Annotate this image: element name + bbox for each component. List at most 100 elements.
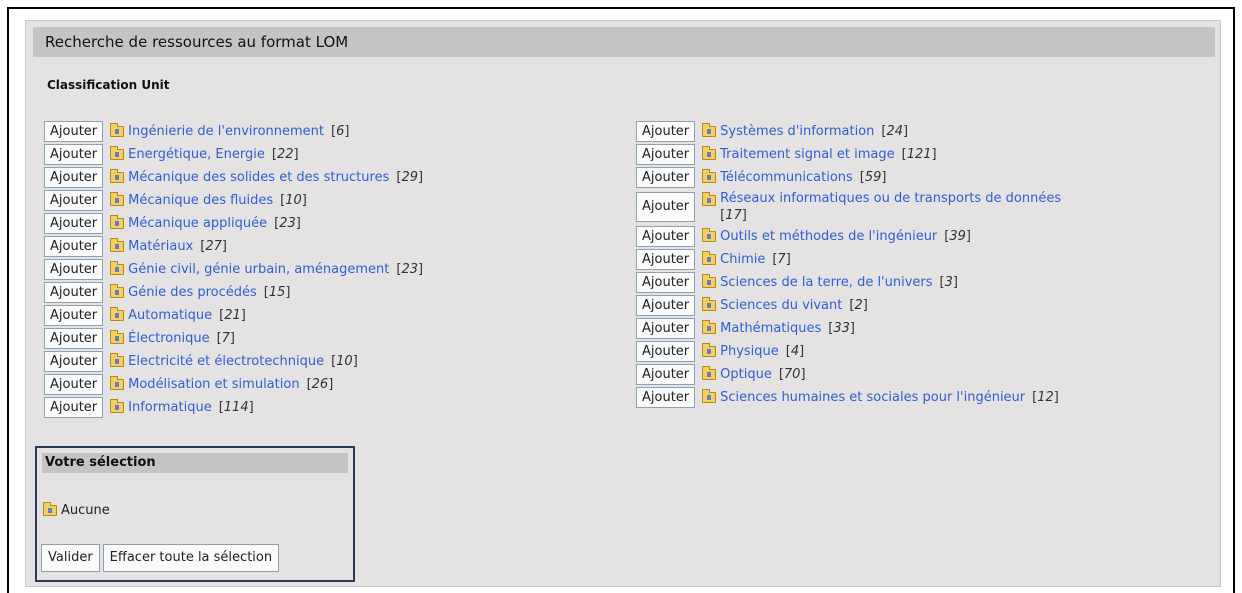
category-link[interactable]: Sciences du vivant	[720, 298, 842, 313]
category-item: Modélisation et simulation 26	[110, 374, 333, 395]
category-link[interactable]: Réseaux informatiques ou de transports d…	[720, 191, 1061, 206]
category-link[interactable]: Génie civil, génie urbain, aménagement	[128, 262, 389, 277]
add-button[interactable]: Ajouter	[636, 249, 696, 270]
category-item: Ingénierie de l'environnement 6	[110, 121, 349, 142]
add-button[interactable]: Ajouter	[636, 167, 696, 188]
category-link[interactable]: Mécanique appliquée	[128, 216, 267, 231]
folder-icon	[702, 169, 717, 183]
category-link[interactable]: Systèmes d'information	[720, 124, 874, 139]
category-link[interactable]: Sciences de la terre, de l'univers	[720, 275, 932, 290]
category-row: Ajouter Ingénierie de l'environnement 6	[44, 121, 624, 142]
add-button[interactable]: Ajouter	[44, 305, 104, 326]
resource-count: 26	[307, 377, 334, 392]
add-button[interactable]: Ajouter	[44, 167, 104, 188]
category-link[interactable]: Outils et méthodes de l'ingénieur	[720, 229, 937, 244]
category-item: Mathématiques 33	[702, 318, 855, 339]
folder-icon	[702, 297, 717, 311]
category-link[interactable]: Ingénierie de l'environnement	[128, 124, 324, 139]
resource-count: 114	[219, 400, 254, 415]
category-row: Ajouter Modélisation et simulation 26	[44, 374, 624, 395]
category-row: Ajouter Génie civil, génie urbain, aména…	[44, 259, 624, 280]
category-link[interactable]: Mécanique des solides et des structures	[128, 170, 389, 185]
add-button[interactable]: Ajouter	[44, 397, 104, 418]
folder-icon	[702, 320, 717, 334]
category-link[interactable]: Mathématiques	[720, 321, 821, 336]
category-item: Matériaux 27	[110, 236, 227, 257]
resource-count: 33	[828, 321, 855, 336]
category-link[interactable]: Sciences humaines et sociales pour l'ing…	[720, 390, 1025, 405]
panel-title: Recherche de ressources au format LOM	[33, 27, 1215, 57]
resource-count: 10	[331, 354, 358, 369]
category-row: Ajouter Energétique, Energie 22	[44, 144, 624, 165]
add-button[interactable]: Ajouter	[636, 295, 696, 316]
add-button[interactable]: Ajouter	[44, 374, 104, 395]
folder-icon	[110, 123, 125, 137]
category-link[interactable]: Matériaux	[128, 239, 193, 254]
folder-icon	[110, 399, 125, 413]
category-link[interactable]: Modélisation et simulation	[128, 377, 299, 392]
add-button[interactable]: Ajouter	[44, 121, 104, 142]
folder-icon	[110, 261, 125, 275]
category-link[interactable]: Traitement signal et image	[720, 147, 894, 162]
category-link[interactable]: Mécanique des fluides	[128, 193, 273, 208]
resource-count: 27	[200, 239, 227, 254]
category-link[interactable]: Génie des procédés	[128, 285, 257, 300]
category-row: Ajouter Mathématiques 33	[636, 318, 1216, 339]
add-button[interactable]: Ajouter	[44, 236, 104, 257]
folder-icon	[110, 307, 125, 321]
add-button[interactable]: Ajouter	[636, 387, 696, 408]
resource-count: 10	[280, 193, 307, 208]
category-item: Réseaux informatiques ou de transports d…	[702, 190, 1170, 224]
add-button[interactable]: Ajouter	[636, 226, 696, 247]
category-link[interactable]: Télécommunications	[720, 170, 853, 185]
add-button[interactable]: Ajouter	[636, 121, 696, 142]
clear-selection-button[interactable]: Effacer toute la sélection	[102, 544, 280, 572]
add-button[interactable]: Ajouter	[44, 351, 104, 372]
category-link[interactable]: Optique	[720, 367, 772, 382]
add-button[interactable]: Ajouter	[44, 213, 104, 234]
category-row: Ajouter Electricité et électrotechnique 1…	[44, 351, 624, 372]
validate-button[interactable]: Valider	[41, 544, 100, 572]
category-row: Ajouter Traitement signal et image 121	[636, 144, 1216, 165]
category-item: Optique 70	[702, 364, 806, 385]
category-row: Ajouter Informatique 114	[44, 397, 624, 418]
folder-icon	[110, 330, 125, 344]
category-item: Informatique 114	[110, 397, 254, 418]
resource-count: 12	[1032, 390, 1059, 405]
category-link[interactable]: Informatique	[128, 400, 212, 415]
add-button[interactable]: Ajouter	[636, 364, 696, 385]
add-button[interactable]: Ajouter	[44, 259, 104, 280]
category-item: Électronique 7	[110, 328, 235, 349]
add-button[interactable]: Ajouter	[636, 192, 696, 222]
add-button[interactable]: Ajouter	[44, 282, 104, 303]
category-link[interactable]: Automatique	[128, 308, 212, 323]
category-row: Ajouter Optique 70	[636, 364, 1216, 385]
category-item: Automatique 21	[110, 305, 246, 326]
category-item: Sciences du vivant 2	[702, 295, 868, 316]
category-row: Ajouter Sciences du vivant 2	[636, 295, 1216, 316]
add-button[interactable]: Ajouter	[636, 318, 696, 339]
resource-count: 22	[272, 147, 299, 162]
add-button[interactable]: Ajouter	[636, 272, 696, 293]
category-link[interactable]: Chimie	[720, 252, 765, 267]
folder-icon	[702, 343, 717, 357]
add-button[interactable]: Ajouter	[636, 341, 696, 362]
category-link[interactable]: Energétique, Energie	[128, 147, 265, 162]
folder-icon	[110, 284, 125, 298]
resource-count: 23	[396, 262, 423, 277]
classification-unit-heading: Classification Unit	[47, 78, 170, 92]
folder-icon	[702, 251, 717, 265]
selection-box: Votre sélection Aucune Valider Effacer t…	[35, 446, 355, 582]
category-link[interactable]: Électronique	[128, 331, 209, 346]
folder-icon	[702, 389, 717, 403]
add-button[interactable]: Ajouter	[44, 144, 104, 165]
category-item: Sciences humaines et sociales pour l'ing…	[702, 387, 1059, 408]
category-row: Ajouter Électronique 7	[44, 328, 624, 349]
category-link[interactable]: Physique	[720, 344, 779, 359]
add-button[interactable]: Ajouter	[44, 328, 104, 349]
add-button[interactable]: Ajouter	[44, 190, 104, 211]
resource-count: 4	[786, 344, 804, 359]
add-button[interactable]: Ajouter	[636, 144, 696, 165]
category-link[interactable]: Electricité et électrotechnique	[128, 354, 324, 369]
category-item: Mécanique appliquée 23	[110, 213, 301, 234]
